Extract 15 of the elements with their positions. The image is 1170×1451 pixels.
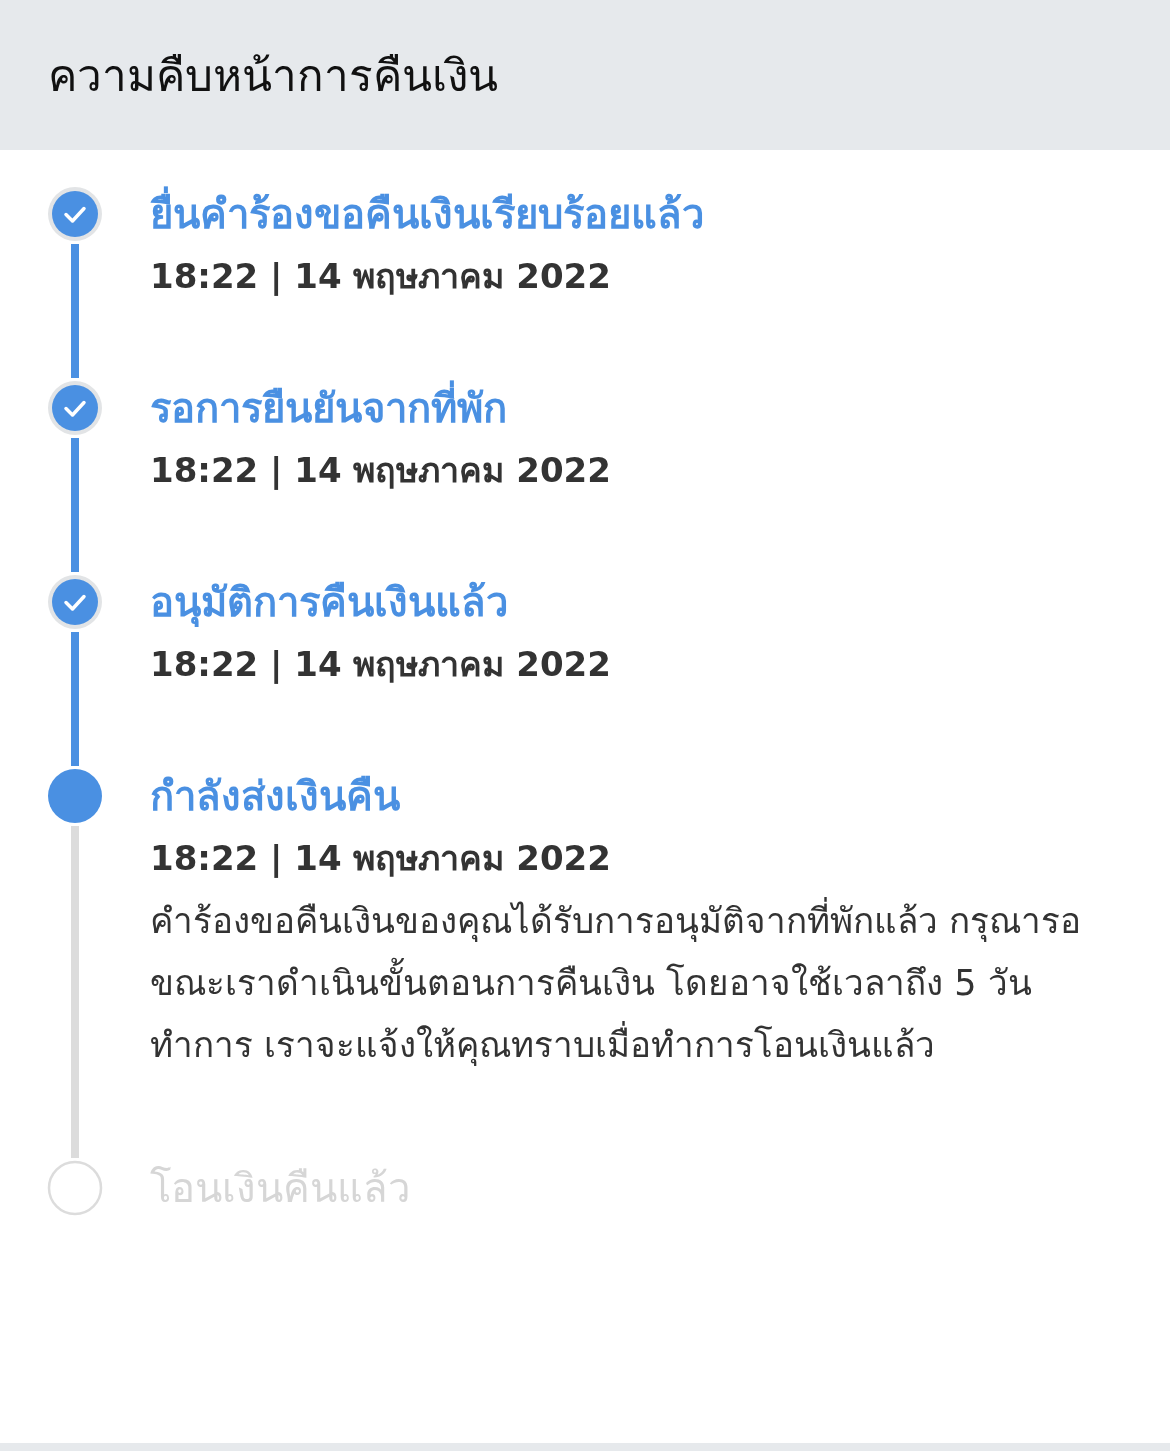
check-circle-icon xyxy=(47,574,103,630)
check-circle-icon xyxy=(47,380,103,436)
current-step-icon xyxy=(47,768,103,824)
step-time: 18:22 | 14 พฤษภาคม 2022 xyxy=(150,450,612,490)
step-title: อนุมัติการคืนเงินแล้ว xyxy=(150,578,509,629)
step-time: 18:22 | 14 พฤษภาคม 2022 xyxy=(150,838,612,878)
check-circle-icon xyxy=(47,186,103,242)
empty-circle-icon xyxy=(47,1160,103,1216)
step-time: 18:22 | 14 พฤษภาคม 2022 xyxy=(150,644,612,684)
step-title: ยื่นคำร้องขอคืนเงินเรียบร้อยแล้ว xyxy=(150,186,1125,242)
step-title: รอการยืนยันจากที่พัก xyxy=(150,380,1125,436)
step-description: คำร้องขอคืนเงินของคุณได้รับการอนุมัติจากที่พักแล้ว กรุณารอขณะเราดำเนินขั้นตอนการคืนเงิน โดยอาจใช้เวลาถึง 5 วันทำการ เราจะแจ้งให้คุณทราบเมื่อทำการโอนเงินแล้ว xyxy=(150,890,1125,1076)
step-time: 18:22 | 14 พฤษภาคม 2022 xyxy=(150,256,612,296)
page-title: ความคืบหน้าการคืนเงิน xyxy=(48,49,498,103)
step-title: กำลังส่งเงินคืน xyxy=(150,772,401,821)
